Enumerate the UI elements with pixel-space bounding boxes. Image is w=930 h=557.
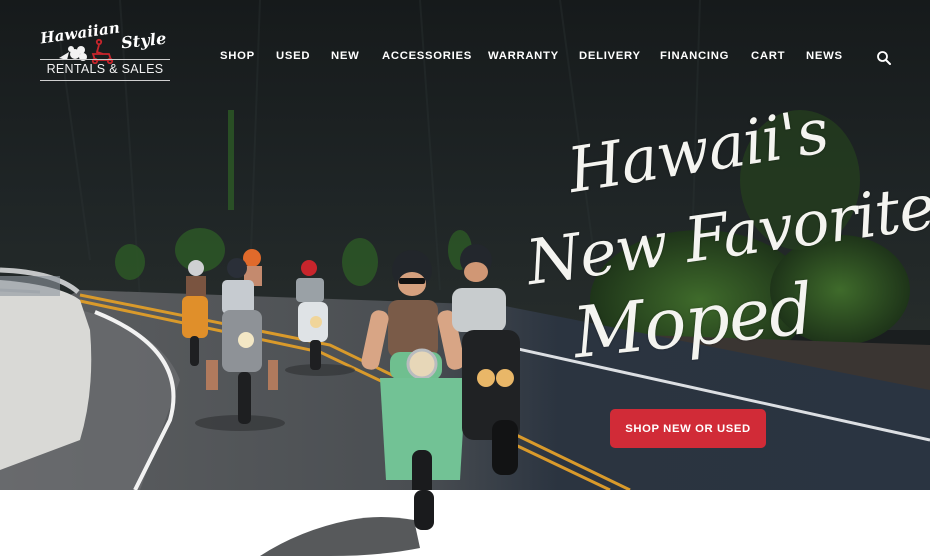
logo-rule-bottom bbox=[40, 80, 170, 81]
site-header: Hawaiian Style RENTALS & SALES SHOP USED… bbox=[0, 0, 930, 100]
nav-item-delivery[interactable]: DELIVERY bbox=[579, 50, 641, 62]
shop-new-or-used-button[interactable]: SHOP NEW OR USED bbox=[610, 409, 766, 448]
nav-item-warranty[interactable]: WARRANTY bbox=[488, 50, 559, 62]
nav-item-new[interactable]: NEW bbox=[331, 50, 359, 62]
nav-item-cart[interactable]: CART bbox=[751, 50, 785, 62]
moped-shadow-overflow bbox=[260, 490, 434, 556]
hero-banner: Hawaiian Style RENTALS & SALES SHOP USED… bbox=[0, 0, 930, 490]
nav-item-news[interactable]: NEWS bbox=[806, 50, 843, 62]
nav-item-shop[interactable]: SHOP bbox=[220, 50, 255, 62]
search-button[interactable] bbox=[876, 50, 892, 66]
search-icon bbox=[877, 51, 891, 65]
nav-item-used[interactable]: USED bbox=[276, 50, 310, 62]
hibiscus-moped-icon bbox=[59, 38, 114, 64]
nav-item-accessories[interactable]: ACCESSORIES bbox=[382, 50, 472, 62]
hero-headline: Hawaii's New Favorite Moped bbox=[522, 94, 930, 410]
nav-item-financing[interactable]: FINANCING bbox=[660, 50, 729, 62]
logo-script-style: Style bbox=[120, 28, 168, 53]
content-area bbox=[0, 490, 930, 557]
brand-logo[interactable]: Hawaiian Style RENTALS & SALES bbox=[37, 18, 171, 84]
logo-rule-top bbox=[40, 59, 170, 60]
logo-subtitle: RENTALS & SALES bbox=[46, 62, 164, 76]
